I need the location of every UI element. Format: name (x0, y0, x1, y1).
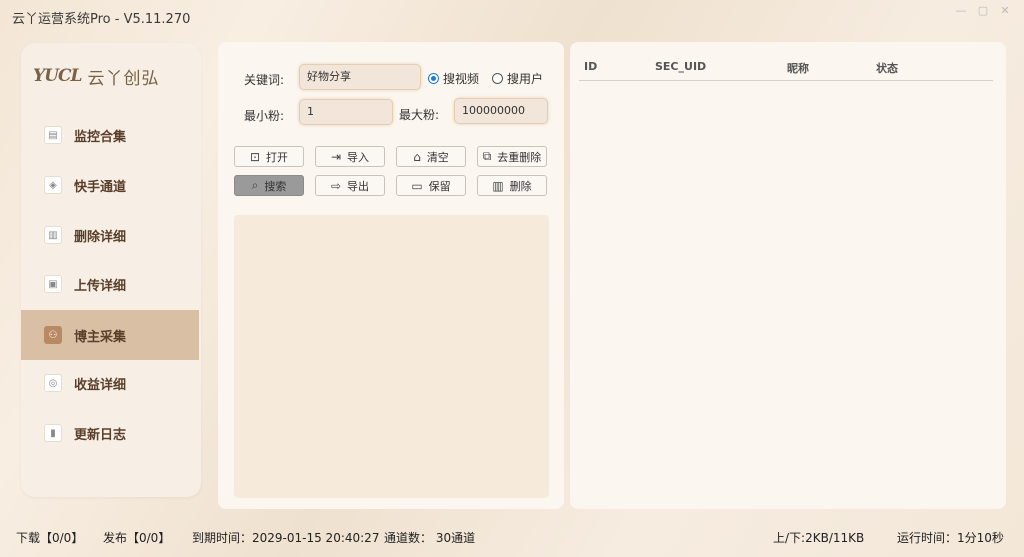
search-label: 搜索 (264, 179, 287, 193)
table-header-divider (579, 80, 993, 81)
clear-button[interactable]: ⌂ 清空 (396, 146, 466, 167)
save-icon: ▭ (411, 178, 423, 193)
keyword-list-area[interactable] (234, 215, 549, 498)
max-fans-input[interactable]: 100000000 (454, 98, 548, 124)
radio-off-icon (492, 73, 503, 84)
log-icon: ▮ (44, 424, 62, 442)
upload-icon: ▣ (44, 275, 62, 293)
open-label: 打开 (266, 150, 289, 164)
sidebar-item-channel[interactable]: ◈ 快手通道 (21, 163, 199, 207)
sidebar-item-label: 收益详细 (74, 377, 127, 393)
maximize-icon[interactable]: ▢ (974, 4, 992, 18)
min-fans-input[interactable]: 1 (299, 99, 393, 125)
channel-icon: ◈ (44, 176, 62, 194)
import-label: 导入 (347, 150, 370, 164)
radio-label: 搜用户 (507, 72, 544, 86)
publish-status: 发布【0/0】 (103, 531, 171, 545)
delete-label: 删除 (509, 179, 532, 193)
open-button[interactable]: ⊡ 打开 (234, 146, 304, 167)
export-icon: ⇨ (330, 178, 342, 193)
sidebar-item-label: 监控合集 (74, 129, 127, 145)
trash-icon: ▥ (492, 178, 504, 193)
channel-count: 通道数： 30通道 (384, 531, 476, 545)
sidebar-item-upload-detail[interactable]: ▣ 上传详细 (21, 262, 199, 306)
sidebar: YUCL 云丫创弘 ▤ 监控合集 ◈ 快手通道 ▥ 删除详细 ▣ 上传详细 ⚇ … (21, 43, 201, 497)
import-icon: ⇥ (330, 149, 342, 164)
radio-search-user[interactable]: 搜用户 (492, 70, 543, 87)
sidebar-item-label: 删除详细 (74, 229, 127, 245)
max-fans-label: 最大粉: (399, 108, 440, 122)
column-header-status[interactable]: 状态 (876, 60, 898, 76)
min-fans-label: 最小粉: (244, 109, 285, 123)
close-icon[interactable]: ✕ (996, 4, 1014, 18)
trash-icon: ▥ (44, 226, 62, 244)
sidebar-item-label: 快手通道 (74, 179, 127, 195)
keyword-label: 关键词: (244, 73, 285, 87)
sidebar-item-changelog[interactable]: ▮ 更新日志 (21, 411, 199, 455)
sidebar-item-label: 更新日志 (74, 427, 127, 443)
logo-mark: YUCL (33, 66, 82, 86)
sidebar-item-label: 博主采集 (74, 329, 127, 345)
column-header-sec-uid[interactable]: SEC_UID (655, 60, 706, 73)
sidebar-item-income-detail[interactable]: ◎ 收益详细 (21, 361, 199, 405)
column-header-nickname[interactable]: 昵称 (787, 60, 809, 76)
results-panel (570, 42, 1006, 509)
sidebar-item-blogger-collect[interactable]: ⚇ 博主采集 (21, 310, 199, 360)
column-header-id[interactable]: ID (584, 60, 597, 73)
basket-icon: ⌂ (413, 149, 421, 164)
logo: YUCL 云丫创弘 (33, 61, 159, 91)
dedupe-label: 去重删除 (497, 150, 542, 164)
delete-button[interactable]: ▥ 删除 (477, 175, 547, 196)
users-icon: ⚇ (44, 326, 62, 344)
monitor-icon: ▤ (44, 126, 62, 144)
clear-label: 清空 (426, 150, 449, 164)
radio-on-icon (428, 73, 439, 84)
sidebar-item-label: 上传详细 (74, 278, 127, 294)
logo-text: 云丫创弘 (87, 68, 160, 89)
runtime: 运行时间：1分10秒 (897, 531, 1004, 545)
sidebar-item-monitor[interactable]: ▤ 监控合集 (21, 113, 199, 157)
import-button[interactable]: ⇥ 导入 (315, 146, 385, 167)
download-status: 下载【0/0】 (16, 531, 84, 545)
dedupe-delete-button[interactable]: ⧉ 去重删除 (477, 146, 547, 167)
search-button[interactable]: ⌕ 搜索 (234, 175, 304, 196)
open-icon: ⊡ (249, 149, 261, 164)
export-label: 导出 (347, 179, 370, 193)
traffic-stats: 上/下:2KB/11KB (773, 531, 865, 545)
copy-icon: ⧉ (482, 149, 492, 163)
expire-time: 到期时间：2029-01-15 20:40:27 (192, 531, 380, 545)
income-icon: ◎ (44, 374, 62, 392)
title-bar: 云丫运营系统Pro - V5.11.270 — ▢ ✕ (0, 0, 1024, 34)
export-button[interactable]: ⇨ 导出 (315, 175, 385, 196)
sidebar-item-delete-detail[interactable]: ▥ 删除详细 (21, 213, 199, 257)
keep-label: 保留 (428, 179, 451, 193)
minimize-icon[interactable]: — (952, 4, 970, 18)
radio-search-video[interactable]: 搜视频 (428, 70, 479, 87)
radio-label: 搜视频 (443, 72, 480, 86)
keyword-input[interactable]: 好物分享 (299, 64, 421, 90)
search-icon: ⌕ (251, 178, 259, 192)
window-title: 云丫运营系统Pro - V5.11.270 (12, 12, 191, 27)
keep-button[interactable]: ▭ 保留 (396, 175, 466, 196)
